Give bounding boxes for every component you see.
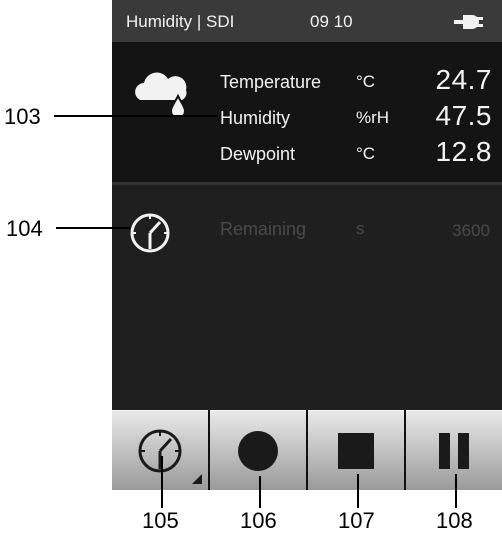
timer-label: Remaining (220, 219, 307, 239)
measurement-label: Humidity (220, 108, 291, 128)
callout-104: 104 (6, 216, 43, 241)
stop-button[interactable] (308, 410, 404, 490)
pause-icon (439, 432, 469, 469)
measurement-value: 47.5 (435, 100, 492, 131)
measurement-value: 12.8 (435, 136, 492, 167)
measurement-unit: °C (356, 144, 376, 163)
callout-108: 108 (436, 508, 473, 533)
measurement-label: Dewpoint (220, 144, 296, 164)
record-button[interactable] (210, 410, 306, 490)
timer-unit: s (356, 219, 365, 238)
callout-107: 107 (338, 508, 375, 533)
submenu-indicator-icon (192, 474, 202, 484)
toolbar (112, 410, 502, 490)
measurement-unit: %rH (356, 108, 390, 127)
stop-icon (338, 432, 374, 469)
timer-value: 3600 (452, 221, 490, 240)
measurement-row-dewpoint: Dewpoint °C 12.8 (112, 136, 502, 178)
measurement-label: Temperature (220, 72, 322, 92)
device-screen: Humidity | SDI 09 10 Temperature °C 24.7… (112, 0, 502, 490)
pause-button[interactable] (406, 410, 502, 490)
status-time: 09 10 (310, 12, 353, 31)
clock-icon (128, 211, 172, 260)
record-icon (238, 430, 278, 471)
measurement-unit: °C (356, 72, 376, 91)
clock-icon (138, 429, 182, 472)
status-bar: Humidity | SDI 09 10 (112, 0, 502, 42)
timer-settings-button[interactable] (112, 410, 208, 490)
status-title: Humidity | SDI (126, 12, 235, 31)
plug-icon (454, 13, 484, 36)
callout-105: 105 (142, 508, 179, 533)
callout-106: 106 (240, 508, 277, 533)
measurement-panel: Temperature °C 24.7 Humidity %rH 47.5 De… (112, 42, 502, 182)
timer-panel: Remaining s 3600 (112, 182, 502, 413)
measurement-value: 24.7 (435, 64, 492, 95)
callout-103: 103 (4, 104, 41, 129)
